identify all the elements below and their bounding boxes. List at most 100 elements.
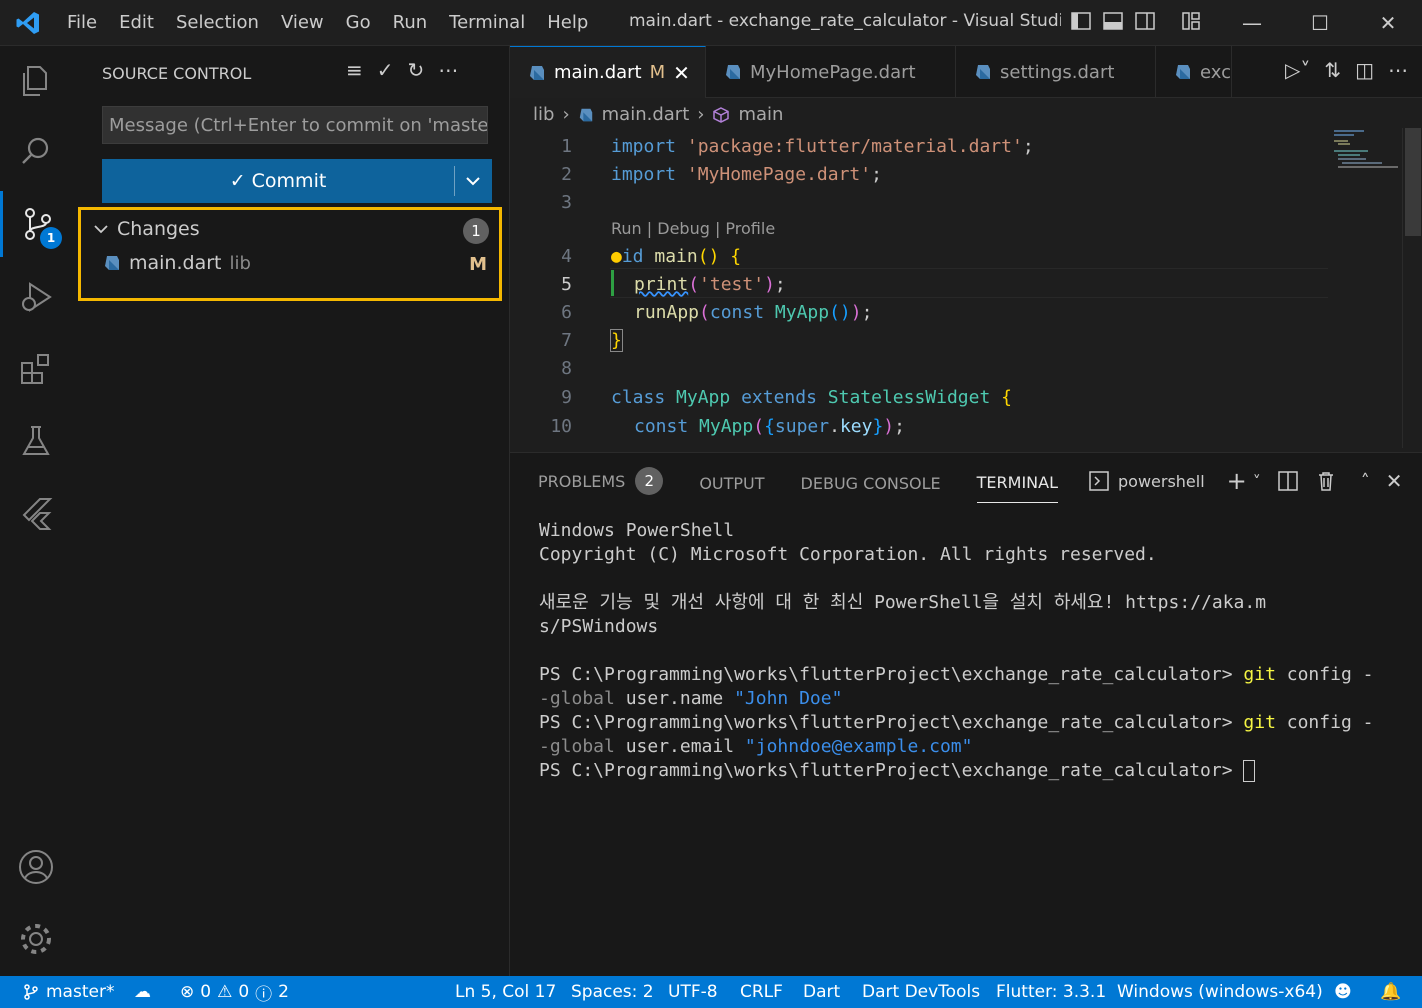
- terminal-args: user.name: [614, 688, 735, 709]
- language-mode[interactable]: Dart: [803, 976, 840, 1008]
- file-status-badge: M: [469, 254, 487, 275]
- device-selector[interactable]: Windows (windows-x64): [1117, 976, 1323, 1008]
- commit-dropdown-chevron-icon[interactable]: [455, 175, 491, 187]
- warning-count: 0: [238, 982, 250, 1002]
- menu-file[interactable]: File: [56, 12, 108, 33]
- close-window-button[interactable]: ✕: [1354, 0, 1422, 46]
- toggle-secondary-sidebar-icon[interactable]: [1134, 10, 1156, 32]
- maximize-button[interactable]: ☐: [1286, 0, 1354, 46]
- editor-scrollbar[interactable]: [1402, 128, 1422, 448]
- view-as-tree-icon[interactable]: ≡: [346, 58, 363, 82]
- terminal-output[interactable]: Windows PowerShell Copyright (C) Microso…: [539, 519, 1399, 783]
- breadcrumb-symbol[interactable]: main: [738, 104, 783, 125]
- sync-cloud-icon[interactable]: ☁: [134, 976, 151, 1008]
- customize-layout-icon[interactable]: [1180, 10, 1202, 32]
- feedback-icon[interactable]: ☻: [1334, 976, 1352, 1008]
- vscode-logo-icon: [0, 0, 56, 46]
- tab-output[interactable]: OUTPUT: [699, 467, 764, 503]
- terminal-string: "John Doe": [734, 688, 843, 709]
- manage-gear-icon[interactable]: [0, 906, 72, 972]
- tab-terminal[interactable]: TERMINAL: [976, 467, 1059, 503]
- flutter-icon[interactable]: [0, 480, 72, 546]
- minimize-button[interactable]: —: [1218, 0, 1286, 46]
- toggle-panel-icon[interactable]: [1102, 10, 1124, 32]
- eol-status[interactable]: CRLF: [740, 976, 783, 1008]
- branch-name: master*: [46, 982, 115, 1002]
- extensions-icon[interactable]: [0, 336, 72, 402]
- changed-file-item[interactable]: main.dart lib: [103, 252, 251, 274]
- tab-close-icon[interactable]: ✕: [673, 61, 690, 85]
- branch-status[interactable]: master*: [22, 976, 114, 1008]
- terminal-args: config -: [1275, 712, 1374, 733]
- terminal-flag: -global: [539, 736, 615, 757]
- menu-edit[interactable]: Edit: [108, 12, 165, 33]
- open-changes-icon[interactable]: ⇅: [1324, 58, 1341, 82]
- activity-bar: 1: [0, 46, 72, 976]
- chevron-down-icon: [94, 225, 108, 234]
- maximize-panel-chevron-up-icon[interactable]: ˄: [1361, 471, 1370, 492]
- tab-myhomepage-dart[interactable]: MyHomePage.dart: [706, 46, 956, 98]
- encoding-status[interactable]: UTF-8: [668, 976, 718, 1008]
- menu-view[interactable]: View: [270, 12, 335, 33]
- error-count: 0: [200, 982, 212, 1002]
- tab-label: MyHomePage.dart: [750, 61, 916, 83]
- scrollbar-thumb[interactable]: [1405, 128, 1421, 236]
- commit-check-icon[interactable]: ✓: [377, 58, 394, 82]
- indentation-status[interactable]: Spaces: 2: [571, 976, 654, 1008]
- breadcrumb-file[interactable]: main.dart: [602, 104, 690, 125]
- menu-terminal[interactable]: Terminal: [438, 12, 536, 33]
- source-control-icon[interactable]: 1: [0, 191, 72, 257]
- notifications-bell-icon[interactable]: 🔔: [1380, 976, 1401, 1008]
- chevron-down-icon[interactable]: ˅: [1253, 472, 1261, 491]
- split-terminal-icon[interactable]: [1277, 470, 1299, 492]
- modified-line-gutter: [611, 270, 614, 296]
- tab-exc[interactable]: exc: [1156, 46, 1232, 98]
- split-editor-icon[interactable]: ◫: [1355, 58, 1374, 82]
- flutter-version[interactable]: Flutter: 3.3.1: [996, 976, 1106, 1008]
- code-editor[interactable]: 1 import 'package:flutter/material.dart';…: [510, 130, 1400, 450]
- menu-help[interactable]: Help: [536, 12, 599, 33]
- search-icon[interactable]: [0, 118, 72, 184]
- bottom-panel: PROBLEMS 2 OUTPUT DEBUG CONSOLE TERMINAL …: [510, 452, 1422, 976]
- more-actions-icon[interactable]: ⋯: [1388, 58, 1408, 82]
- breadcrumb-folder[interactable]: lib: [533, 104, 554, 125]
- terminal-shell-selector[interactable]: powershell: [1088, 470, 1205, 492]
- trash-icon[interactable]: [1315, 470, 1337, 492]
- run-debug-dropdown-icon[interactable]: ▷˅: [1285, 58, 1310, 82]
- toggle-primary-sidebar-icon[interactable]: [1070, 10, 1092, 32]
- cursor-position[interactable]: Ln 5, Col 17: [455, 976, 556, 1008]
- problems-status[interactable]: ⊗ 0 ⚠ 0 ⓘ 2: [180, 976, 289, 1008]
- tab-problems[interactable]: PROBLEMS 2: [538, 467, 664, 503]
- terminal-flag: -global: [539, 688, 615, 709]
- menu-selection[interactable]: Selection: [165, 12, 270, 33]
- more-actions-icon[interactable]: ⋯: [438, 58, 458, 82]
- code-line: import 'package:flutter/material.dart';: [611, 135, 1034, 157]
- refresh-icon[interactable]: ↻: [408, 58, 425, 82]
- run-debug-icon[interactable]: [0, 264, 72, 330]
- changes-count-badge: 1: [463, 218, 489, 244]
- testing-icon[interactable]: [0, 408, 72, 474]
- terminal-prompt: PS C:\Programming\works\flutterProject\e…: [539, 664, 1244, 685]
- minimap[interactable]: [1330, 128, 1402, 188]
- warning-icon: ⚠: [217, 982, 233, 1002]
- tab-debug-console[interactable]: DEBUG CONSOLE: [801, 467, 941, 503]
- changes-header[interactable]: Changes: [93, 218, 200, 240]
- explorer-icon[interactable]: [0, 48, 72, 114]
- tab-label: main.dart: [554, 62, 642, 83]
- lightbulb-icon[interactable]: ●: [611, 246, 622, 267]
- codelens-run-debug-profile[interactable]: Run | Debug | Profile: [611, 219, 775, 238]
- accounts-icon[interactable]: [0, 834, 72, 900]
- new-terminal-plus-icon[interactable]: +: [1227, 467, 1247, 495]
- tab-settings-dart[interactable]: settings.dart: [956, 46, 1156, 98]
- menu-run[interactable]: Run: [382, 12, 439, 33]
- tab-modified-indicator: M: [649, 62, 666, 83]
- terminal-command: git: [1243, 712, 1276, 733]
- commit-button[interactable]: ✓ Commit: [102, 159, 492, 203]
- tab-main-dart[interactable]: main.dart M ✕: [510, 46, 706, 98]
- menu-go[interactable]: Go: [335, 12, 382, 33]
- dart-devtools-button[interactable]: Dart DevTools: [862, 976, 980, 1008]
- close-panel-icon[interactable]: ✕: [1386, 469, 1403, 493]
- line-number: 4: [561, 245, 572, 267]
- commit-message-input[interactable]: Message (Ctrl+Enter to commit on 'master…: [102, 106, 488, 144]
